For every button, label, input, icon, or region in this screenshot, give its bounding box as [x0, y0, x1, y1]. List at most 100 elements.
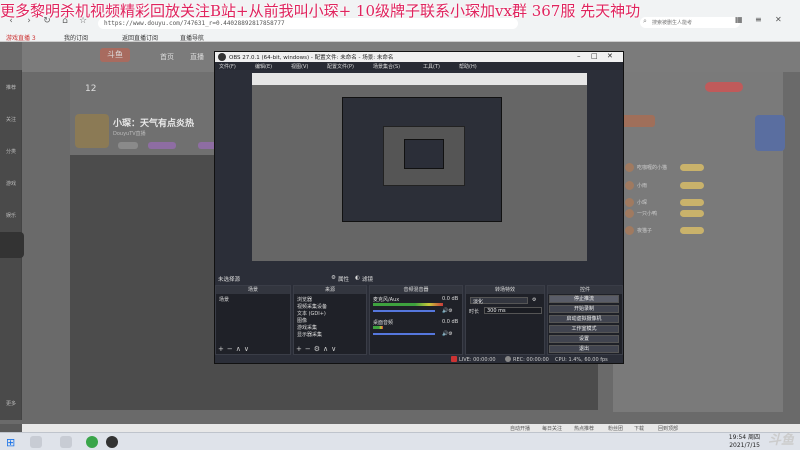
source-item[interactable]: 游戏采集	[297, 324, 317, 331]
bookmark-item[interactable]: 我的订阅	[64, 33, 88, 42]
bookmark-item[interactable]: 游戏直播 3	[6, 33, 36, 42]
chat-row: 吃咖喱的小猫	[625, 163, 775, 174]
dock-header: 转场特效	[466, 286, 544, 294]
source-item[interactable]: 图像	[297, 317, 307, 324]
scenes-dock: 场景 场景 +−∧∨	[215, 285, 291, 355]
gear-icon[interactable]: ⚙	[532, 297, 536, 303]
rail-item[interactable]: 娱乐	[3, 212, 19, 219]
footer-item[interactable]: 每日关注	[542, 425, 562, 432]
volume-slider[interactable]	[373, 333, 435, 335]
taskbar: ⊞ 19:54 周四 2021/7/15	[0, 432, 800, 450]
rail-item[interactable]: 推荐	[3, 84, 19, 91]
chat-username[interactable]: 一只小鸭	[637, 210, 657, 217]
avatar	[625, 226, 634, 235]
menu-item[interactable]: 工具(T)	[423, 63, 440, 70]
gift-button[interactable]	[705, 82, 743, 92]
system-clock[interactable]: 19:54 周四 2021/7/15	[729, 434, 760, 450]
studio-mode-button[interactable]: 工作室模式	[549, 325, 619, 333]
nav-home[interactable]: 首页	[160, 52, 174, 62]
menu-item[interactable]: 场景集合(S)	[373, 63, 400, 70]
close-icon[interactable]: ✕	[607, 52, 613, 60]
filter-icon[interactable]: ◐	[355, 275, 360, 281]
footer-item[interactable]: 热点推荐	[574, 425, 594, 432]
taskview-icon[interactable]	[60, 436, 72, 448]
transitions-dock: 转场特效 淡化 ⚙ 时长 300 ms	[465, 285, 545, 355]
gear-icon[interactable]: ⚙	[331, 275, 336, 281]
speaker-icon[interactable]: 🔊⚙	[442, 331, 453, 337]
stop-streaming-button[interactable]: 停止推流	[549, 295, 619, 303]
collapse-tab[interactable]	[0, 232, 24, 258]
obs-taskbar-icon[interactable]	[106, 436, 118, 448]
maximize-icon[interactable]: □	[591, 52, 598, 60]
bookmark-item[interactable]: 直播导航	[180, 33, 204, 42]
bookmark-item[interactable]: 返回直播订阅	[122, 33, 158, 42]
room-subtitle: DouyuTV直播	[113, 131, 146, 137]
chat-username[interactable]: 夜猫子	[637, 227, 652, 234]
footer-item[interactable]: 下载	[634, 425, 644, 432]
level-badge	[680, 227, 704, 234]
live-indicator-icon	[451, 356, 457, 362]
volume-slider[interactable]	[373, 310, 435, 312]
rail-item[interactable]: 游戏	[3, 180, 19, 187]
volume-meter	[373, 326, 383, 329]
mixer-db: 0.0 dB	[442, 296, 459, 302]
footer-item[interactable]: 粉丝团	[608, 425, 623, 432]
source-toolbar: 未选择源 ⚙ 属性 ◐ 滤镜	[215, 274, 623, 284]
app-icon[interactable]	[86, 436, 98, 448]
chat-row: 一只小鸭	[625, 209, 775, 220]
dock-header: 场景	[216, 286, 290, 294]
speaker-icon[interactable]: 🔊⚙	[442, 308, 453, 314]
tag-badge	[118, 142, 138, 149]
site-logo[interactable]: 斗鱼	[100, 48, 130, 62]
volume-meter	[373, 303, 443, 306]
windows-start-icon[interactable]: ⊞	[6, 436, 15, 449]
avatar	[625, 181, 634, 190]
nested-obs-inner	[404, 139, 444, 169]
dock-controls[interactable]: +−⚙∧∨	[296, 345, 339, 353]
streamer-avatar[interactable]	[75, 114, 109, 148]
menu-item[interactable]: 编辑(E)	[255, 63, 272, 70]
duration-input[interactable]: 300 ms	[484, 307, 542, 314]
settings-button[interactable]: 设置	[549, 335, 619, 343]
menu-item[interactable]: 文件(F)	[219, 63, 236, 70]
virtual-camera-button[interactable]: 启动虚拟摄像机	[549, 315, 619, 323]
chat-username[interactable]: 小琛	[637, 199, 647, 206]
source-item[interactable]: 显示器采集	[297, 331, 322, 338]
properties-button[interactable]: 属性	[338, 275, 349, 283]
search-taskbar-icon[interactable]	[30, 436, 42, 448]
obs-preview[interactable]	[252, 73, 587, 261]
start-recording-button[interactable]: 开始录制	[549, 305, 619, 313]
menu-item[interactable]: 帮助(H)	[459, 63, 477, 70]
footer-item[interactable]: 自动开播	[510, 425, 530, 432]
menu-item[interactable]: 配置文件(P)	[327, 63, 354, 70]
cpu-stats: CPU: 1.4%, 60.00 fps	[555, 357, 608, 363]
bookmarks-bar: 游戏直播 3 我的订阅 返回直播订阅 直播导航	[0, 31, 800, 42]
obs-titlebar: OBS 27.0.1 (64-bit, windows) - 配置文件: 未命名…	[215, 52, 623, 62]
scene-item[interactable]: 场景	[219, 296, 229, 303]
filters-button[interactable]: 滤镜	[362, 275, 373, 283]
menu-item[interactable]: 视图(V)	[291, 63, 308, 70]
rail-item[interactable]: 关注	[3, 116, 19, 123]
live-time: LIVE: 00:00:00	[459, 357, 496, 363]
level-badge	[680, 164, 704, 171]
source-item[interactable]: 文本 (GDI+)	[297, 310, 326, 317]
rail-item[interactable]: 更多	[3, 400, 19, 407]
rec-time: REC: 00:00:00	[513, 357, 549, 363]
chat-row: 小雨	[625, 181, 775, 192]
avatar	[625, 198, 634, 207]
rail-item[interactable]: 分类	[3, 148, 19, 155]
source-item[interactable]: 浏览器	[297, 296, 312, 303]
nav-live[interactable]: 直播	[190, 52, 204, 62]
sources-dock: 来源 浏览器 视频采集设备 文本 (GDI+) 图像 游戏采集 显示器采集 +−…	[293, 285, 367, 355]
source-item[interactable]: 视频采集设备	[297, 303, 327, 310]
obs-menubar: 文件(F) 编辑(E) 视图(V) 配置文件(P) 场景集合(S) 工具(T) …	[215, 62, 623, 70]
footer-item[interactable]: 回到顶部	[658, 425, 678, 432]
minimize-icon[interactable]: –	[577, 52, 581, 60]
dock-controls[interactable]: +−∧∨	[218, 345, 252, 353]
overlay-banner: 更多黎明杀机视频精彩回放关注B站+从前我叫小琛+ 10级牌子联系小琛加vx群 3…	[0, 2, 641, 20]
exit-button[interactable]: 退出	[549, 345, 619, 353]
chat-username[interactable]: 吃咖喱的小猫	[637, 164, 667, 171]
chat-username[interactable]: 小雨	[637, 182, 647, 189]
transition-select[interactable]: 淡化	[470, 297, 528, 305]
promo-banner[interactable]	[755, 115, 785, 151]
